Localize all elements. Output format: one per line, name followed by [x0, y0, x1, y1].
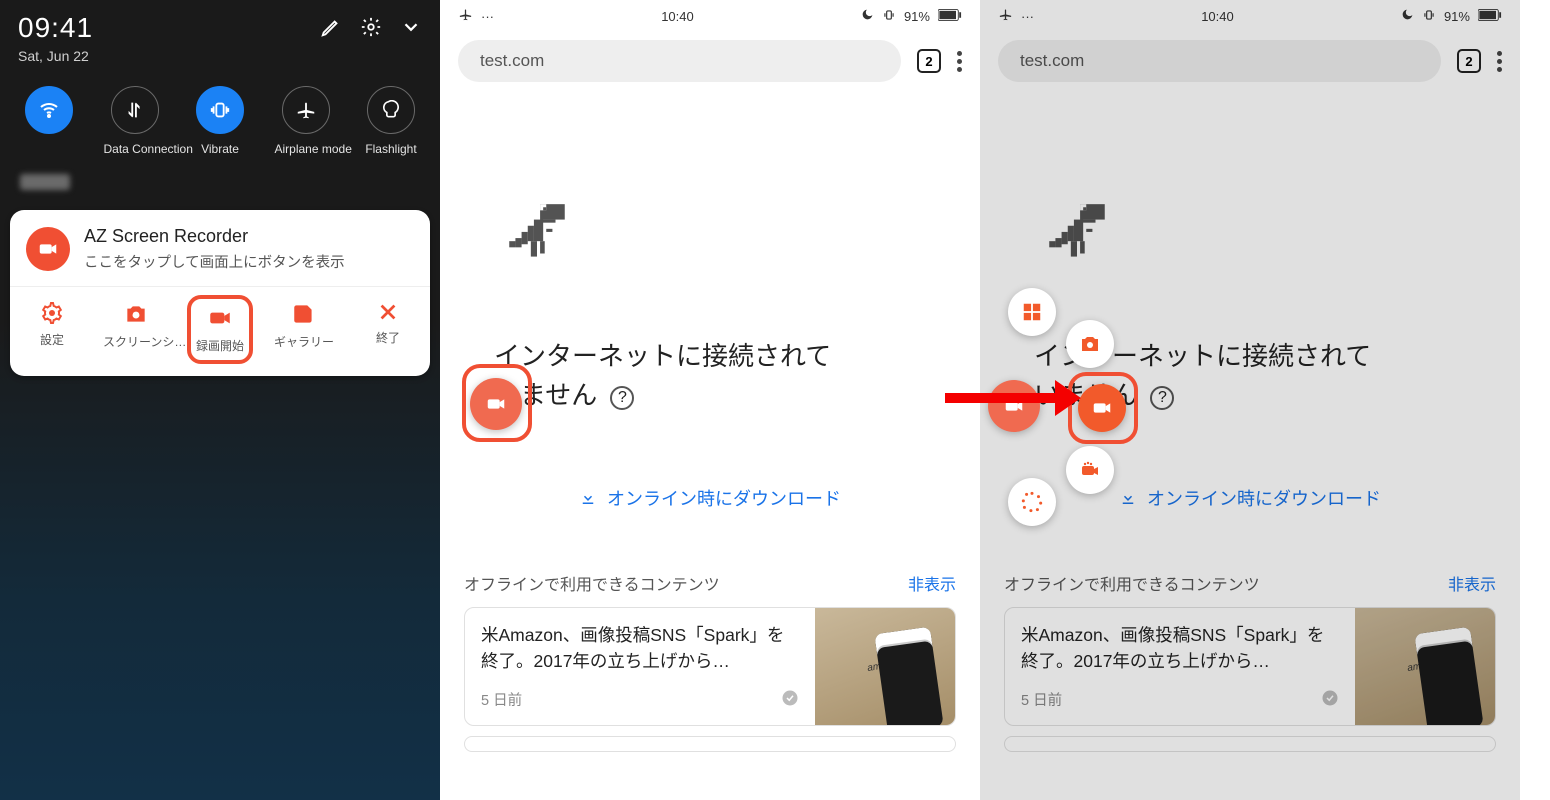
tile-wifi[interactable] — [18, 86, 80, 156]
vibrate-icon — [1422, 8, 1436, 25]
article-age: 5 日前 — [1021, 689, 1062, 710]
action-settings[interactable]: 設定 — [19, 295, 85, 354]
annotation-arrow — [945, 380, 1081, 416]
offline-heading: インターネットに接続されて いません ? — [494, 337, 940, 415]
moon-icon — [1401, 8, 1414, 24]
offline-article-card[interactable]: 米Amazon、画像投稿SNS「Spark」を終了。2017年の立ち上げから… … — [464, 607, 956, 726]
battery-icon — [938, 9, 962, 24]
article-age: 5 日前 — [481, 689, 522, 710]
az-recorder-notification[interactable]: AZ Screen Recorder ここをタップして画面上にボタンを表示 設定… — [10, 210, 430, 376]
fab-screenshot[interactable] — [1066, 320, 1114, 368]
offline-section-title: オフラインで利用できるコンテンツ — [464, 571, 720, 595]
fab-live[interactable] — [1066, 446, 1114, 494]
action-exit[interactable]: 終了 — [355, 295, 421, 352]
next-card-peek — [1004, 736, 1496, 752]
status-time: 10:40 — [1201, 9, 1234, 24]
download-when-online[interactable]: オンライン時にダウンロード — [980, 485, 1520, 511]
tile-airplane[interactable]: Airplane mode — [275, 86, 337, 156]
battery-icon — [1478, 9, 1502, 24]
hide-link[interactable]: 非表示 — [1448, 571, 1496, 595]
fab-settings[interactable] — [1008, 478, 1056, 526]
status-time: 10:40 — [661, 9, 694, 24]
vibrate-icon — [882, 8, 896, 25]
screenshot-notification-shade: 09:41 Sat, Jun 22 — [0, 0, 440, 800]
fab-toolbox[interactable] — [1008, 288, 1056, 336]
gear-icon[interactable] — [360, 16, 382, 38]
action-screenshot[interactable]: スクリーンシ… — [103, 295, 169, 356]
edit-icon[interactable] — [320, 16, 342, 38]
airplane-icon — [458, 7, 473, 25]
article-thumb: amazon — [1355, 608, 1495, 725]
next-card-peek — [464, 736, 956, 752]
offline-section-title: オフラインで利用できるコンテンツ — [1004, 571, 1260, 595]
screenshot-browser-fab-closed: ··· 10:40 91% test.com 2 インターネットに接続されて い… — [440, 0, 980, 800]
offline-article-card[interactable]: 米Amazon、画像投稿SNS「Spark」を終了。2017年の立ち上げから… … — [1004, 607, 1496, 726]
redacted-label — [20, 174, 70, 190]
tile-flashlight[interactable]: Flashlight — [360, 86, 422, 156]
date: Sat, Jun 22 — [18, 48, 93, 64]
chevron-down-icon[interactable] — [400, 16, 422, 38]
clock: 09:41 — [18, 12, 93, 44]
hide-link[interactable]: 非表示 — [908, 571, 956, 595]
status-bar: ··· 10:40 91% — [980, 0, 1520, 32]
overflow-menu-icon[interactable] — [1497, 51, 1502, 72]
check-icon — [1321, 689, 1339, 711]
airplane-icon — [998, 7, 1013, 25]
notification-title: AZ Screen Recorder — [84, 226, 345, 247]
battery-pct: 91% — [1444, 9, 1470, 24]
annotation-highlight — [462, 364, 532, 442]
url-bar[interactable]: test.com — [998, 40, 1441, 82]
help-icon[interactable]: ? — [610, 386, 634, 410]
battery-pct: 91% — [904, 9, 930, 24]
help-icon[interactable]: ? — [1150, 386, 1174, 410]
dino-icon — [500, 198, 980, 277]
download-when-online[interactable]: オンライン時にダウンロード — [440, 485, 980, 511]
more-icon: ··· — [1021, 9, 1034, 24]
status-bar: ··· 10:40 91% — [440, 0, 980, 32]
moon-icon — [861, 8, 874, 24]
article-thumb: amazon — [815, 608, 955, 725]
notification-message: ここをタップして画面上にボタンを表示 — [84, 251, 345, 272]
article-title: 米Amazon、画像投稿SNS「Spark」を終了。2017年の立ち上げから… — [1021, 622, 1339, 675]
camera-icon — [26, 227, 70, 271]
tile-vibrate[interactable]: Vibrate — [189, 86, 251, 156]
tab-switcher[interactable]: 2 — [1457, 49, 1481, 73]
tile-data[interactable]: Data Connection — [104, 86, 166, 156]
quick-settings-tiles: Data Connection Vibrate Airplane mode Fl… — [18, 86, 422, 156]
action-record-start[interactable]: 録画開始 — [187, 295, 253, 364]
overflow-menu-icon[interactable] — [957, 51, 962, 72]
action-gallery[interactable]: ギャラリー — [271, 295, 337, 356]
dino-icon — [1040, 198, 1520, 277]
tab-switcher[interactable]: 2 — [917, 49, 941, 73]
more-icon: ··· — [481, 9, 494, 24]
url-bar[interactable]: test.com — [458, 40, 901, 82]
check-icon — [781, 689, 799, 711]
article-title: 米Amazon、画像投稿SNS「Spark」を終了。2017年の立ち上げから… — [481, 622, 799, 675]
